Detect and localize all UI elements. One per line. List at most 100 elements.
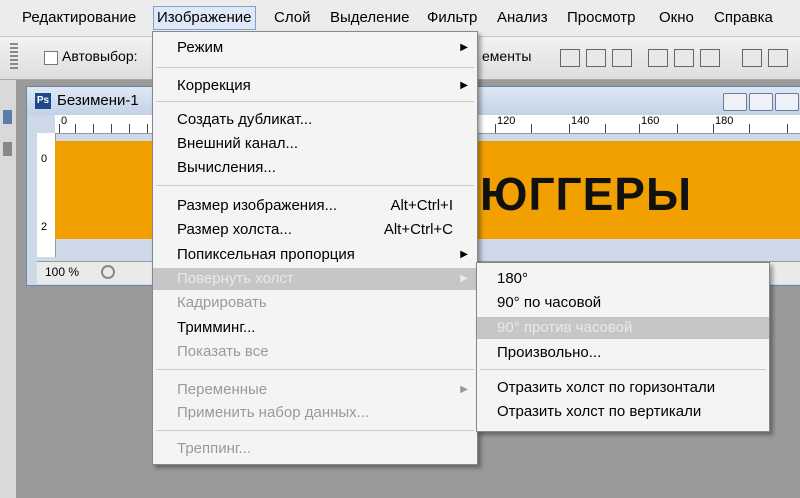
ruler-label: 140 bbox=[571, 115, 590, 127]
vertical-ruler: 0 2 bbox=[37, 133, 56, 257]
photoshop-icon: Ps bbox=[35, 93, 51, 109]
ruler-label: 160 bbox=[641, 115, 660, 127]
tool-icon[interactable] bbox=[3, 142, 12, 156]
menu-item-pixel-aspect[interactable]: Попиксельная пропорция ▶ bbox=[153, 244, 477, 266]
align-middle-icon[interactable] bbox=[586, 49, 606, 67]
menu-item-duplicate[interactable]: Создать дубликат... bbox=[153, 109, 477, 131]
submenu-item-flip-horizontal[interactable]: Отразить холст по горизонтали bbox=[477, 377, 769, 399]
menu-item-label: Внешний канал... bbox=[177, 135, 298, 152]
submenu-arrow-icon: ▶ bbox=[460, 384, 468, 395]
canvas-text: ЮГГЕРЫ bbox=[480, 168, 692, 220]
menu-item-label: Вычисления... bbox=[177, 159, 276, 176]
menu-item-calculations[interactable]: Вычисления... bbox=[153, 157, 477, 179]
menu-item-label: Режим bbox=[177, 39, 224, 56]
status-info-icon[interactable] bbox=[101, 265, 115, 279]
ruler-tick bbox=[569, 124, 570, 133]
menu-layer[interactable]: Слой bbox=[274, 8, 310, 28]
submenu-item-label: Отразить холст по вертикали bbox=[497, 403, 702, 420]
menu-item-image-size[interactable]: Размер изображения... Alt+Ctrl+I bbox=[153, 195, 477, 217]
distribute-icon-2[interactable] bbox=[768, 49, 788, 67]
menu-help[interactable]: Справка bbox=[714, 8, 773, 28]
align-center-icon[interactable] bbox=[674, 49, 694, 67]
menu-item-variables[interactable]: Переменные ▶ bbox=[153, 379, 477, 401]
menu-item-label: Попиксельная пропорция bbox=[177, 246, 355, 263]
document-title: Безимени-1 bbox=[57, 92, 139, 109]
menu-item-adjustments[interactable]: Коррекция ▶ bbox=[153, 75, 477, 97]
ruler-label: 0 bbox=[61, 115, 68, 127]
menu-item-label: Коррекция bbox=[177, 77, 251, 94]
menu-item-label: Тримминг... bbox=[177, 319, 256, 336]
submenu-arrow-icon: ▶ bbox=[460, 249, 468, 260]
ruler-tick bbox=[787, 124, 788, 133]
menu-item-mode[interactable]: Режим ▶ bbox=[153, 37, 477, 59]
ruler-tick bbox=[749, 124, 750, 133]
ruler-tick bbox=[495, 124, 496, 133]
menu-item-label: Создать дубликат... bbox=[177, 111, 313, 128]
menu-item-crop[interactable]: Кадрировать bbox=[153, 292, 477, 314]
menu-analysis[interactable]: Анализ bbox=[497, 8, 548, 28]
menu-item-label: Повернуть холст bbox=[177, 270, 294, 287]
submenu-item-arbitrary[interactable]: Произвольно... bbox=[477, 342, 769, 364]
submenu-item-label: 90° против часовой bbox=[497, 319, 633, 336]
menu-item-label: Кадрировать bbox=[177, 294, 267, 311]
autoselect-checkbox[interactable] bbox=[44, 51, 58, 65]
close-button[interactable] bbox=[775, 93, 799, 111]
align-bottom-icon[interactable] bbox=[612, 49, 632, 67]
menu-item-canvas-size[interactable]: Размер холста... Alt+Ctrl+C bbox=[153, 219, 477, 241]
menu-item-trim[interactable]: Тримминг... bbox=[153, 317, 477, 339]
menu-separator bbox=[480, 369, 766, 370]
menu-image[interactable]: Изображение bbox=[153, 6, 256, 30]
align-left-icon[interactable] bbox=[648, 49, 668, 67]
ruler-label: 180 bbox=[715, 115, 734, 127]
ruler-tick bbox=[531, 124, 532, 133]
menu-separator bbox=[156, 101, 474, 102]
submenu-item-rotate-90-ccw[interactable]: 90° против часовой bbox=[477, 317, 769, 339]
tool-icon[interactable] bbox=[3, 110, 12, 124]
menu-item-label: Переменные bbox=[177, 381, 268, 398]
ruler-tick bbox=[605, 124, 606, 133]
menu-filter[interactable]: Фильтр bbox=[427, 8, 477, 28]
menu-item-apply-data-set[interactable]: Применить набор данных... bbox=[153, 402, 477, 424]
ruler-tick bbox=[129, 124, 130, 133]
ruler-tick bbox=[111, 124, 112, 133]
menu-item-rotate-canvas[interactable]: Повернуть холст ▶ bbox=[153, 268, 477, 290]
maximize-button[interactable] bbox=[749, 93, 773, 111]
menu-item-reveal-all[interactable]: Показать все bbox=[153, 341, 477, 363]
submenu-item-label: Отразить холст по горизонтали bbox=[497, 379, 716, 396]
submenu-item-label: Произвольно... bbox=[497, 344, 602, 361]
distribute-icon[interactable] bbox=[742, 49, 762, 67]
menu-view[interactable]: Просмотр bbox=[567, 8, 636, 28]
ruler-label: 0 bbox=[41, 153, 48, 165]
menu-item-label: Применить набор данных... bbox=[177, 404, 370, 421]
menu-item-label: Показать все bbox=[177, 343, 269, 360]
menu-edit[interactable]: Редактирование bbox=[22, 8, 136, 28]
submenu-item-rotate-180[interactable]: 180° bbox=[477, 268, 769, 290]
align-top-icon[interactable] bbox=[560, 49, 580, 67]
rotate-canvas-submenu: 180° 90° по часовой 90° против часовой П… bbox=[476, 262, 770, 432]
menu-separator bbox=[156, 67, 474, 68]
menu-item-label: Размер изображения... bbox=[177, 197, 338, 214]
image-menu-dropdown: Режим ▶ Коррекция ▶ Создать дубликат... … bbox=[152, 31, 478, 465]
submenu-item-flip-vertical[interactable]: Отразить холст по вертикали bbox=[477, 401, 769, 423]
submenu-item-rotate-90-cw[interactable]: 90° по часовой bbox=[477, 292, 769, 314]
toolbar-grip-icon[interactable] bbox=[10, 43, 18, 71]
align-right-icon[interactable] bbox=[700, 49, 720, 67]
menu-item-trap[interactable]: Треппинг... bbox=[153, 438, 477, 460]
ruler-label: 120 bbox=[497, 115, 516, 127]
autoselect-label: Автовыбор: bbox=[62, 48, 138, 64]
menu-item-apply-image[interactable]: Внешний канал... bbox=[153, 133, 477, 155]
menu-select[interactable]: Выделение bbox=[330, 8, 409, 28]
menu-item-shortcut: Alt+Ctrl+C bbox=[383, 221, 453, 238]
menu-window[interactable]: Окно bbox=[659, 8, 694, 28]
zoom-level[interactable]: 100 % bbox=[45, 265, 79, 279]
submenu-arrow-icon: ▶ bbox=[460, 42, 468, 53]
submenu-item-label: 90° по часовой bbox=[497, 294, 602, 311]
submenu-arrow-icon: ▶ bbox=[460, 273, 468, 284]
submenu-arrow-icon: ▶ bbox=[460, 80, 468, 91]
menu-item-label: Треппинг... bbox=[177, 440, 252, 457]
submenu-item-label: 180° bbox=[497, 270, 529, 287]
ruler-tick bbox=[75, 124, 76, 133]
minimize-button[interactable] bbox=[723, 93, 747, 111]
menu-item-shortcut: Alt+Ctrl+I bbox=[390, 197, 453, 214]
ruler-tick bbox=[93, 124, 94, 133]
